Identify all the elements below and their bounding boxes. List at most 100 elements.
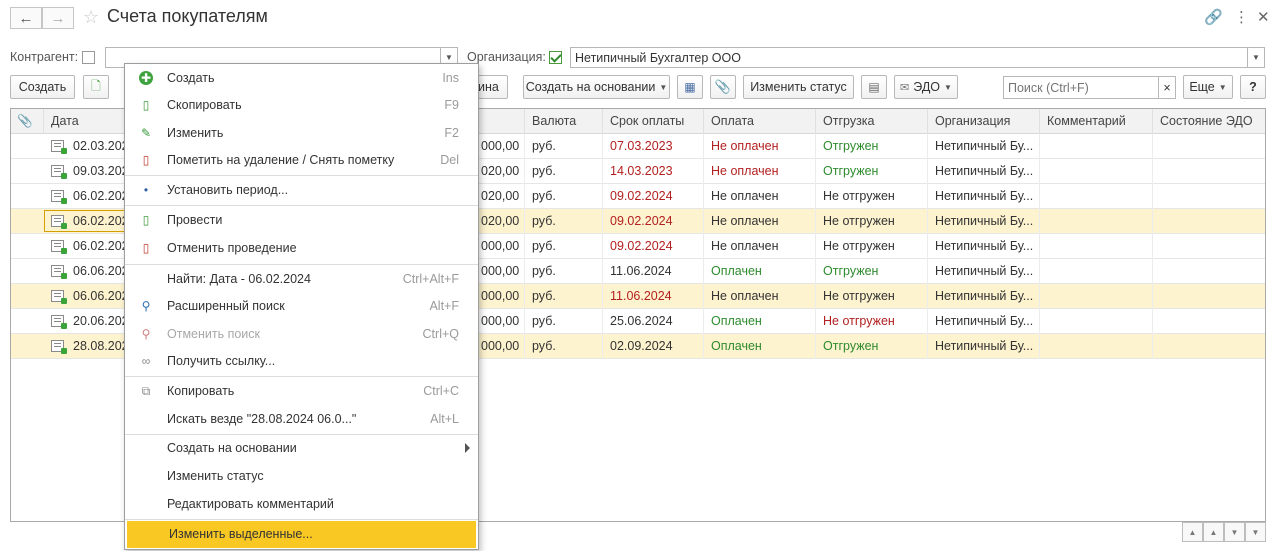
menu-item-shortcut: Alt+F [429,299,459,313]
menu-item[interactable]: ▯ Пометить на удаление / Снять пометку Del [125,147,478,174]
counterparty-checkbox[interactable] [82,51,95,64]
menu-item-label: Создать на основании [167,441,297,455]
comment-cell [1039,259,1152,284]
edo-status-cell [1152,134,1265,159]
column-shipment[interactable]: Отгрузка [815,109,927,134]
menu-separator [125,264,478,265]
menu-item[interactable]: ✎ Изменить F2 [125,120,478,147]
scroll-top-button[interactable]: ▲ [1182,522,1203,542]
attachment-column-icon[interactable]: 📎 [11,109,43,134]
menu-item[interactable]: ▯ Провести [125,207,478,234]
document-icon [51,265,67,279]
menu-item[interactable]: • Установить период... [125,177,478,204]
structure-icon: ▦ [684,80,696,94]
sum-cell: 020,00 [481,214,520,228]
menu-separator [125,519,478,520]
menu-separator [125,175,478,176]
menu-item[interactable]: ▯ Скопировать F9 [125,92,478,119]
arrow-left-icon: ← [18,9,34,27]
organization-cell: Нетипичный Бу... [927,209,1039,234]
menu-item-shortcut: F2 [444,126,459,140]
comment-cell [1039,184,1152,209]
due-date-cell: 09.02.2024 [602,209,703,234]
column-payment[interactable]: Оплата [703,109,815,134]
due-date-cell: 09.02.2024 [602,184,703,209]
menu-item-label: Найти: Дата - 06.02.2024 [167,272,311,286]
organization-field[interactable]: Нетипичный Бухгалтер ООО [570,47,1248,68]
link-icon[interactable]: 🔗 [1204,8,1223,26]
change-status-button[interactable]: Изменить статус [743,75,854,99]
caret-down-icon: ▼ [944,82,952,92]
menu-item[interactable]: ▯ Отменить проведение [125,235,478,262]
structure-button[interactable]: ▦ [677,75,703,99]
create-button[interactable]: Создать [10,75,75,99]
menu-item[interactable]: Изменить статус [125,463,478,490]
menu-item[interactable]: ✚ Создать Ins [125,65,478,92]
report-button[interactable]: ▤ [861,75,887,99]
forward-button[interactable]: → [42,7,74,29]
chevron-down-icon: ▼ [1252,53,1260,62]
menu-item[interactable]: Найти: Дата - 06.02.2024 Ctrl+Alt+F [125,266,478,293]
shipment-cell: Отгружен [815,134,927,159]
submenu-arrow-icon [465,443,470,453]
unpost-doc-icon: ▯ [142,241,150,255]
currency-cell: руб. [524,134,602,159]
edo-button[interactable]: ✉ ЭДО ▼ [894,75,958,99]
column-comment[interactable]: Комментарий [1039,109,1152,134]
clear-search-button[interactable]: × [1158,76,1176,99]
arrow-right-icon: → [50,9,66,27]
create-button-label: Создать [18,80,67,94]
menu-separator [125,376,478,377]
menu-item[interactable]: Искать везде "28.08.2024 06.0..." Alt+L [125,406,478,433]
copy-doc-button[interactable]: 🗋 [83,75,109,99]
column-edo-status[interactable]: Состояние ЭДО [1152,109,1265,134]
column-due-date[interactable]: Срок оплаты [602,109,703,134]
menu-item[interactable]: ⧉ Копировать Ctrl+C [125,378,478,405]
organization-dropdown-button[interactable]: ▼ [1247,47,1265,68]
menu-item-label: Изменить [167,126,224,140]
scroll-bottom-button[interactable]: ▼ [1245,522,1266,542]
post-doc-icon: ▯ [142,213,150,227]
help-button[interactable]: ? [1240,75,1266,99]
due-date-cell: 02.09.2024 [602,334,703,359]
menu-item[interactable]: ⚲ Расширенный поиск Alt+F [125,293,478,320]
more-vertical-icon[interactable]: ⋮ [1234,8,1249,26]
column-organization[interactable]: Организация [927,109,1039,134]
sum-cell: 000,00 [481,339,520,353]
menu-item-shortcut: Alt+L [430,412,459,426]
back-button[interactable]: ← [10,7,42,29]
edo-status-cell [1152,209,1265,234]
organization-checkbox[interactable] [549,51,562,64]
edo-status-cell [1152,334,1265,359]
column-currency[interactable]: Валюта [524,109,602,134]
menu-item[interactable]: ∞ Получить ссылку... [125,348,478,375]
menu-item[interactable]: Редактировать комментарий [125,491,478,518]
edo-label: ЭДО [913,80,941,94]
payment-cell: Не оплачен [703,159,815,184]
more-button[interactable]: Еще ▼ [1183,75,1233,99]
attach-button[interactable]: 📎 [710,75,736,99]
truncated-button[interactable]: ина [478,75,508,99]
menu-item-shortcut: Ctrl+Alt+F [402,272,459,286]
comment-cell [1039,234,1152,259]
shipment-cell: Отгружен [815,259,927,284]
comment-cell [1039,334,1152,359]
menu-item-shortcut: F9 [444,98,459,112]
menu-item[interactable]: Изменить выделенные... [127,521,476,548]
menu-item-label: Изменить статус [167,469,264,483]
caret-down-icon: ▼ [1218,82,1227,92]
search-input[interactable] [1003,76,1159,99]
scroll-down-button[interactable]: ▼ [1224,522,1245,542]
menu-item[interactable]: ⚲ Отменить поиск Ctrl+Q [125,321,478,348]
scroll-up-button[interactable]: ▲ [1203,522,1224,542]
organization-cell: Нетипичный Бу... [927,284,1039,309]
clear-icon: × [1163,80,1171,95]
create-based-on-button[interactable]: Создать на основании ▼ [523,75,670,99]
menu-item[interactable]: Создать на основании [125,435,478,462]
document-icon [51,240,67,254]
sum-cell: 000,00 [481,264,520,278]
payment-cell: Оплачен [703,259,815,284]
close-icon[interactable]: ✕ [1257,8,1270,26]
favorite-star-icon[interactable]: ☆ [83,7,99,28]
edo-status-cell [1152,284,1265,309]
